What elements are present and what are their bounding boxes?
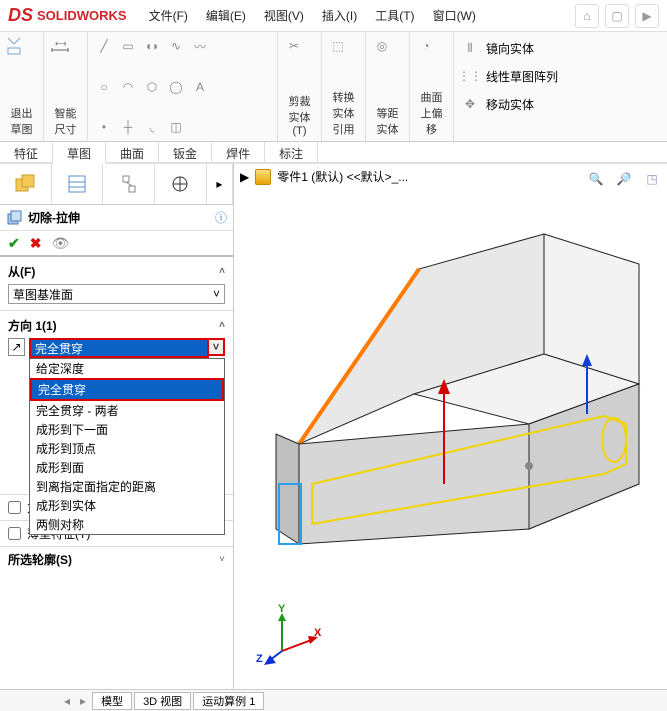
menu-edit[interactable]: 编辑(E) xyxy=(202,7,250,24)
opt-up-to-vertex[interactable]: 成形到顶点 xyxy=(30,439,224,458)
fillet-icon[interactable]: ◟ xyxy=(142,117,162,137)
view-triad[interactable]: Y X Z xyxy=(264,609,324,669)
mirror-label[interactable]: 镜向实体 xyxy=(486,40,534,57)
point-icon[interactable]: • xyxy=(94,117,114,137)
menu-tools[interactable]: 工具(T) xyxy=(371,7,418,24)
pattern-label[interactable]: 线性草图阵列 xyxy=(486,68,558,85)
opt-up-to-next[interactable]: 成形到下一面 xyxy=(30,420,224,439)
axis-y: Y xyxy=(278,603,285,615)
dimxpert-icon[interactable] xyxy=(155,164,207,204)
configmanager-icon[interactable] xyxy=(103,164,155,204)
btab-3dview[interactable]: 3D 视图 xyxy=(134,692,191,710)
opt-blind[interactable]: 给定深度 xyxy=(30,359,224,378)
opt-through-both[interactable]: 完全贯穿 - 两者 xyxy=(30,401,224,420)
opt-up-to-body[interactable]: 成形到实体 xyxy=(30,496,224,515)
polygon-icon[interactable]: ⬡ xyxy=(142,77,162,97)
offset-icon[interactable]: ◎ xyxy=(372,36,392,56)
reverse-direction-icon[interactable]: ↗ xyxy=(8,338,25,356)
part-icon xyxy=(255,169,271,185)
menu-file[interactable]: 文件(F) xyxy=(145,7,192,24)
smart-dim-label[interactable]: 智能尺寸 xyxy=(50,105,81,137)
ellipse-icon[interactable]: ◯ xyxy=(166,77,186,97)
curve-offset-label[interactable]: 曲面上偏移 xyxy=(416,89,447,137)
feature-title: 切除-拉伸 xyxy=(28,209,80,226)
centerline-icon[interactable]: ┼ xyxy=(118,117,138,137)
cut-extrude-icon xyxy=(6,210,22,226)
dir1-collapse-icon[interactable]: ˄ xyxy=(219,320,225,331)
menu-view[interactable]: 视图(V) xyxy=(260,7,308,24)
ok-button[interactable]: ✔ xyxy=(8,235,20,252)
featuremanager-icon[interactable] xyxy=(0,164,52,204)
svg-text:⟷: ⟷ xyxy=(55,39,67,48)
slot-icon[interactable]: ◖◗ xyxy=(142,36,162,56)
dir2-checkbox[interactable] xyxy=(8,501,21,514)
doc-icon[interactable]: ▢ xyxy=(605,4,629,28)
from-select[interactable]: 草图基准面˅ xyxy=(8,284,225,304)
dir1-dropdown-list: 给定深度 完全贯穿 完全贯穿 - 两者 成形到下一面 成形到顶点 成形到面 到离… xyxy=(29,358,225,535)
trim-icon[interactable]: ✂ xyxy=(284,36,304,56)
contour-label: 所选轮廓(S) xyxy=(8,551,72,568)
exit-sketch-label[interactable]: 退出草图 xyxy=(6,105,37,137)
panel-expand-icon[interactable]: ▸ xyxy=(207,164,233,204)
help-icon[interactable]: ⓘ xyxy=(215,209,227,226)
from-label: 从(F) xyxy=(8,263,35,280)
cancel-button[interactable]: ✖ xyxy=(30,235,42,252)
breadcrumb-arrow-icon[interactable]: ▶ xyxy=(240,170,249,184)
exit-sketch-icon[interactable] xyxy=(6,36,26,56)
move-label[interactable]: 移动实体 xyxy=(486,96,534,113)
from-collapse-icon[interactable]: ˄ xyxy=(219,266,225,277)
convert-icon[interactable]: ⬚ xyxy=(328,36,348,56)
opt-offset-from-surface[interactable]: 到离指定面指定的距离 xyxy=(30,477,224,496)
circle-icon[interactable]: ○ xyxy=(94,77,114,97)
smart-dim-icon[interactable]: ⟷ xyxy=(50,36,70,56)
spline-icon[interactable]: ∿ xyxy=(166,36,186,56)
btab-motion[interactable]: 运动算例 1 xyxy=(193,692,264,710)
menu-insert[interactable]: 插入(I) xyxy=(318,7,361,24)
opt-midplane[interactable]: 两侧对称 xyxy=(30,515,224,534)
dir1-label: 方向 1(1) xyxy=(8,317,57,334)
dir1-select[interactable]: 完全贯穿 xyxy=(29,338,209,358)
propertymanager-icon[interactable] xyxy=(52,164,104,204)
tab-scroll-right-icon[interactable]: ▸ xyxy=(76,694,90,708)
home-icon[interactable]: ⌂ xyxy=(575,4,599,28)
contour-expand-icon[interactable]: ˅ xyxy=(219,554,225,565)
move-icon[interactable]: ✥ xyxy=(460,94,480,114)
breadcrumb-text[interactable]: 零件1 (默认) <<默认>_... xyxy=(277,168,408,185)
opt-up-to-surface[interactable]: 成形到面 xyxy=(30,458,224,477)
tab-sheetmetal[interactable]: 钣金 xyxy=(159,142,212,162)
tab-feature[interactable]: 特征 xyxy=(0,142,53,162)
pattern-icon[interactable]: ⋮⋮ xyxy=(460,66,480,86)
menu-window[interactable]: 窗口(W) xyxy=(429,7,480,24)
mirror-icon[interactable]: ⦀ xyxy=(460,38,480,58)
tab-annotate[interactable]: 标注 xyxy=(265,142,318,162)
trim-label[interactable]: 剪裁实体(T) xyxy=(284,93,315,137)
text-icon[interactable]: A xyxy=(190,77,210,97)
axis-z: Z xyxy=(256,653,263,665)
app-brand: SOLIDWORKS xyxy=(37,8,127,23)
tab-sketch[interactable]: 草图 xyxy=(53,142,106,164)
curve-icon[interactable]: 〰 xyxy=(190,36,210,56)
axis-x: X xyxy=(314,627,321,639)
graphics-area[interactable]: ▶ 零件1 (默认) <<默认>_... 🔍 🔎 ◳ xyxy=(234,164,667,689)
line-icon[interactable]: ╱ xyxy=(94,36,114,56)
curve-offset-icon[interactable]: ◔ xyxy=(416,36,436,56)
tab-weldment[interactable]: 焊件 xyxy=(212,142,265,162)
tab-scroll-left-icon[interactable]: ◂ xyxy=(60,694,74,708)
arc-icon[interactable]: ◠ xyxy=(118,77,138,97)
convert-label[interactable]: 转换实体引用 xyxy=(328,89,359,137)
btab-model[interactable]: 模型 xyxy=(92,692,132,710)
tab-surface[interactable]: 曲面 xyxy=(106,142,159,162)
offset-label[interactable]: 等距实体 xyxy=(372,105,403,137)
logo-mark: DS xyxy=(8,5,33,26)
preview-icon[interactable]: 👁 xyxy=(51,235,69,252)
open-icon[interactable]: ▶ xyxy=(635,4,659,28)
rect-icon[interactable]: ▭ xyxy=(118,36,138,56)
opt-through-all[interactable]: 完全贯穿 xyxy=(30,378,224,401)
app-logo: DS SOLIDWORKS xyxy=(8,5,127,26)
dir1-dropdown-icon[interactable]: ˅ xyxy=(207,338,225,356)
plane-icon[interactable]: ◫ xyxy=(166,117,186,137)
thin-checkbox[interactable] xyxy=(8,527,21,540)
